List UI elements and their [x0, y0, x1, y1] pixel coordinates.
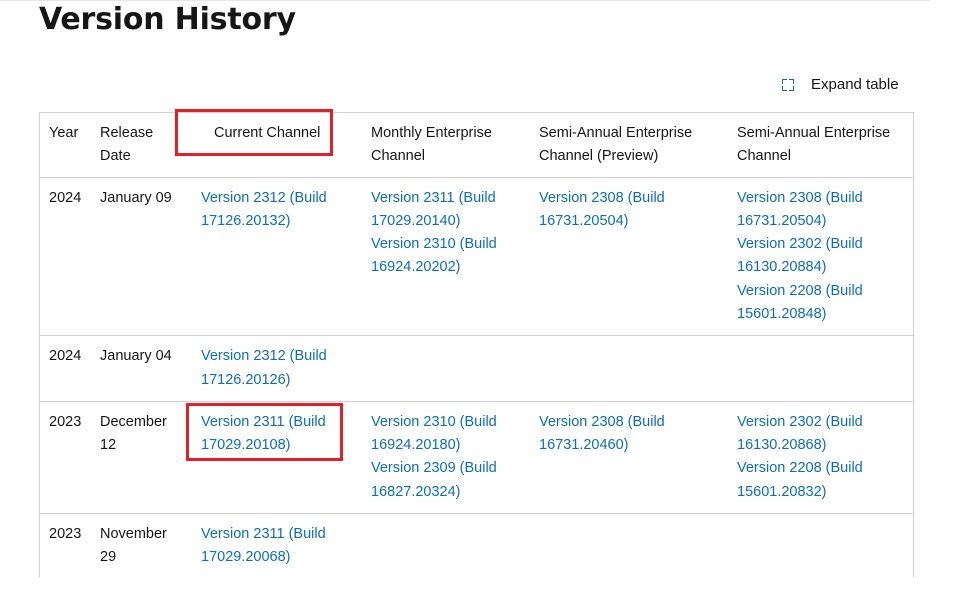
cell-semi-annual-preview: [530, 514, 728, 577]
version-link[interactable]: Version 2311 (Build 17029.20140): [371, 187, 521, 234]
version-history-table: Year Release Date Current Channel Monthl…: [40, 113, 913, 577]
expand-table-button[interactable]: Expand table: [782, 76, 899, 93]
cell-year: 2024: [49, 348, 82, 365]
cell-monthly-enterprise: [362, 514, 530, 577]
table-header-row: Year Release Date Current Channel Monthl…: [40, 113, 913, 177]
cell-release-date: January 09: [100, 189, 172, 206]
version-link[interactable]: Version 2312 (Build 17126.20126): [201, 345, 353, 392]
version-link[interactable]: Version 2311 (Build 17029.20068): [201, 523, 353, 570]
cell-current-channel: Version 2311 (Build 17029.20108): [192, 401, 362, 513]
cell-release-date: January 04: [100, 348, 172, 365]
table-row: 2023 December 12 Version 2311 (Build 17029…: [40, 401, 913, 514]
cell-year: 2024: [49, 189, 82, 206]
cell-current-channel: Version 2312 (Build 17126.20132): [192, 177, 362, 336]
cell-semi-annual-preview: Version 2308 (Build 16731.20460): [530, 401, 728, 513]
header-monthly-enterprise-channel: Monthly Enterprise Channel: [371, 125, 492, 165]
expand-table-label: Expand table: [811, 76, 899, 93]
cell-monthly-enterprise: Version 2310 (Build 16924.20180) Version …: [362, 401, 530, 513]
version-link[interactable]: Version 2208 (Build 15601.20848): [737, 280, 904, 327]
cell-monthly-enterprise: Version 2311 (Build 17029.20140) Version …: [362, 177, 530, 336]
cell-semi-annual: [728, 336, 913, 402]
table-row: 2024 January 04 Version 2312 (Build 17126.…: [40, 336, 913, 402]
version-link[interactable]: Version 2311 (Build 17029.20108): [201, 411, 353, 458]
cell-monthly-enterprise: [362, 336, 530, 402]
version-link[interactable]: Version 2302 (Build 16130.20884): [737, 233, 904, 280]
cell-semi-annual: [728, 514, 913, 577]
version-link[interactable]: Version 2312 (Build 17126.20132): [201, 187, 353, 234]
version-link[interactable]: Version 2308 (Build 16731.20504): [737, 187, 904, 234]
cell-semi-annual-preview: Version 2308 (Build 16731.20504): [530, 177, 728, 336]
header-semi-annual: Semi-Annual Enterprise Channel: [737, 125, 891, 165]
version-link[interactable]: Version 2310 (Build 16924.20180): [371, 411, 521, 458]
cell-semi-annual: Version 2308 (Build 16731.20504) Version …: [728, 177, 913, 336]
version-link[interactable]: Version 2309 (Build 16827.20324): [371, 457, 521, 504]
cell-current-channel: Version 2311 (Build 17029.20068): [192, 514, 362, 577]
header-semi-annual-preview: Semi-Annual Enterprise Channel (Preview): [539, 125, 693, 165]
header-year: Year: [49, 125, 79, 141]
header-release-date: Release Date: [100, 125, 154, 165]
cell-release-date: November 29: [100, 526, 167, 566]
version-link[interactable]: Version 2208 (Build 15601.20832): [737, 457, 904, 504]
cell-year: 2023: [49, 413, 82, 430]
version-link[interactable]: Version 2310 (Build 16924.20202): [371, 233, 521, 280]
version-history-table-container: Year Release Date Current Channel Monthl…: [39, 112, 914, 577]
top-divider: [0, 0, 930, 1]
cell-current-channel: Version 2312 (Build 17126.20126): [192, 336, 362, 402]
cell-semi-annual-preview: [530, 336, 728, 402]
table-row: 2024 January 09 Version 2312 (Build 17126.…: [40, 177, 913, 336]
cell-release-date: December 12: [100, 413, 167, 454]
version-link[interactable]: Version 2308 (Build 16731.20504): [539, 187, 719, 234]
version-link[interactable]: Version 2302 (Build 16130.20868): [737, 411, 904, 458]
cell-year: 2023: [49, 526, 82, 543]
page-title: Version History: [39, 2, 296, 37]
cell-semi-annual: Version 2302 (Build 16130.20868) Version …: [728, 401, 913, 513]
version-link[interactable]: Version 2308 (Build 16731.20460): [539, 411, 719, 458]
header-current-channel: Current Channel: [214, 125, 321, 141]
expand-icon: [782, 78, 794, 91]
table-row: 2023 November 29 Version 2311 (Build 17029…: [40, 514, 913, 577]
